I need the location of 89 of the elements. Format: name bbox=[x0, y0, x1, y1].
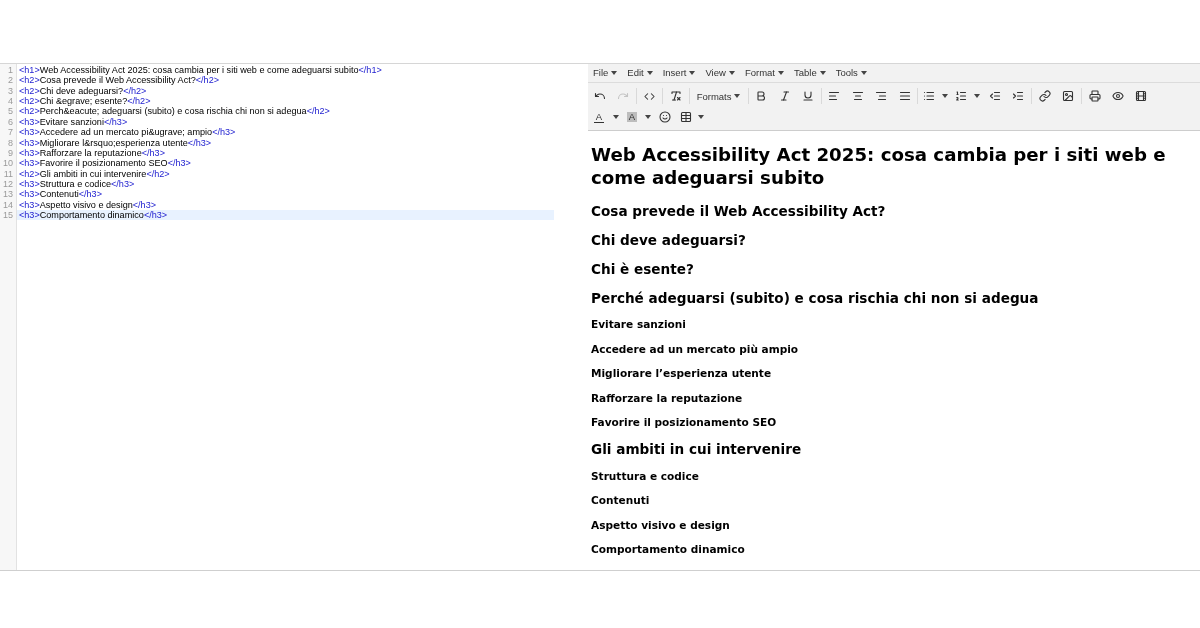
line-number: 3 bbox=[8, 85, 14, 97]
menu-item[interactable]: Format bbox=[742, 66, 786, 80]
line-number: 7 bbox=[8, 127, 14, 138]
menu-item[interactable]: Tools bbox=[833, 66, 869, 80]
caret-icon bbox=[973, 94, 980, 98]
line-number: 9 bbox=[8, 147, 14, 159]
printer-icon bbox=[1088, 90, 1101, 102]
caret-icon bbox=[689, 71, 696, 75]
justify-icon bbox=[898, 90, 911, 102]
line-number: 13 bbox=[3, 189, 14, 200]
caret-icon bbox=[860, 71, 867, 75]
caret-icon bbox=[613, 115, 619, 119]
link-icon bbox=[1038, 90, 1051, 102]
bold-icon bbox=[755, 90, 768, 102]
bullet-list-icon bbox=[922, 90, 935, 102]
film-icon bbox=[1135, 90, 1148, 102]
document-heading: Favorire il posizionamento SEO bbox=[591, 415, 777, 430]
document-heading: Rafforzare la reputazione bbox=[591, 390, 743, 405]
line-number: 2 bbox=[8, 75, 14, 86]
image-icon bbox=[1062, 90, 1075, 102]
menu-item[interactable]: Table bbox=[791, 66, 828, 80]
numbered-list-icon bbox=[954, 90, 967, 102]
underline-icon bbox=[802, 90, 815, 102]
caret-icon bbox=[941, 94, 948, 98]
line-number: 10 bbox=[3, 158, 14, 169]
document-heading: Contenuti bbox=[591, 493, 650, 508]
document-heading: Perché adeguarsi (subito) e cosa rischia chi non si adegua bbox=[591, 288, 1039, 307]
document-heading: Chi è esente? bbox=[591, 259, 694, 278]
code-line: <h2>Cosa prevede il Web Accessibility Act?</h2> bbox=[18, 75, 221, 86]
menu-item[interactable]: File bbox=[591, 66, 620, 80]
document-heading: Aspetto visivo e design bbox=[591, 517, 730, 532]
document-heading: Struttura e codice bbox=[591, 468, 699, 483]
code-line: <h3>Migliorare l&rsquo;esperienza utente</h3> bbox=[18, 137, 213, 148]
italic-icon bbox=[778, 90, 791, 102]
align-right-icon bbox=[875, 90, 888, 102]
smiley-icon bbox=[659, 111, 671, 123]
code-icon bbox=[643, 90, 655, 102]
menu-item[interactable]: Edit bbox=[625, 66, 655, 80]
clear-formatting-icon bbox=[669, 90, 682, 102]
document-heading: Accedere ad un mercato più ampio bbox=[591, 341, 799, 356]
caret-icon bbox=[646, 71, 653, 75]
document-heading: Cosa prevede il Web Accessibility Act? bbox=[591, 201, 886, 220]
code-line: <h2>Chi deve adeguarsi?</h2> bbox=[18, 85, 148, 97]
align-center-icon bbox=[851, 90, 864, 102]
code-line: <h3>Contenuti</h3> bbox=[18, 189, 103, 200]
line-number: 6 bbox=[8, 116, 14, 128]
line-number: 4 bbox=[8, 96, 14, 107]
outdent-icon bbox=[989, 90, 1001, 102]
code-line: <h3>Rafforzare la reputazione</h3> bbox=[18, 147, 166, 159]
formats-dropdown[interactable]: Formats bbox=[690, 86, 747, 106]
caret-icon bbox=[777, 71, 784, 75]
caret-icon bbox=[697, 115, 704, 119]
line-number: 1 bbox=[8, 65, 14, 76]
code-line: <h2>Chi &egrave; esente?</h2> bbox=[18, 96, 152, 107]
eye-icon bbox=[1111, 90, 1124, 102]
caret-icon bbox=[645, 115, 651, 119]
align-left-icon bbox=[828, 90, 841, 102]
document-heading: Web Accessibility Act 2025: cosa cambia per i siti web e come adeguarsi subito bbox=[591, 143, 1167, 189]
menu-item[interactable]: View bbox=[703, 66, 737, 80]
line-number: 15 bbox=[3, 210, 14, 221]
line-number: 8 bbox=[8, 137, 14, 148]
code-line: <h2>Perch&eacute; adeguarsi (subito) e cosa rischia chi non si adegua</h2> bbox=[18, 106, 331, 117]
document-heading: Comportamento dinamico bbox=[591, 542, 745, 557]
indent-icon bbox=[1012, 90, 1025, 102]
code-line: <h3>Evitare sanzioni</h3> bbox=[18, 116, 129, 128]
caret-icon bbox=[728, 71, 735, 75]
code-line: <h1>Web Accessibility Act 2025: cosa cambia per i siti web e come adeguarsi subito</h1> bbox=[18, 65, 383, 76]
code-line: <h3>Aspetto visivo e design</h3> bbox=[18, 199, 158, 211]
line-number: 5 bbox=[8, 106, 14, 117]
document-heading: Migliorare l’esperienza utente bbox=[591, 366, 772, 381]
caret-icon bbox=[734, 94, 741, 98]
code-line: <h2>Gli ambiti in cui intervenire</h2> bbox=[18, 168, 171, 179]
caret-icon bbox=[819, 71, 826, 75]
document-heading: Chi deve adeguarsi? bbox=[591, 230, 746, 249]
code-line: <h3>Accedere ad un mercato pi&ugrave; ampio</h3> bbox=[18, 127, 237, 138]
code-line: <h3>Favorire il posizionamento SEO</h3> bbox=[18, 158, 192, 169]
menu-item[interactable]: Insert bbox=[660, 66, 698, 80]
document-heading: Evitare sanzioni bbox=[591, 317, 686, 332]
line-number: 11 bbox=[3, 168, 14, 179]
document-heading: Gli ambiti in cui intervenire bbox=[591, 440, 802, 458]
background-color-button[interactable]: A bbox=[622, 107, 642, 127]
line-number: 14 bbox=[3, 199, 14, 211]
text-color-button[interactable]: A bbox=[588, 107, 610, 127]
undo-icon bbox=[593, 90, 606, 102]
line-number: 12 bbox=[3, 178, 14, 190]
redo-icon bbox=[617, 90, 630, 102]
code-line: <h3>Struttura e codice</h3> bbox=[18, 178, 136, 190]
table-icon bbox=[680, 111, 692, 123]
caret-icon bbox=[611, 71, 618, 75]
